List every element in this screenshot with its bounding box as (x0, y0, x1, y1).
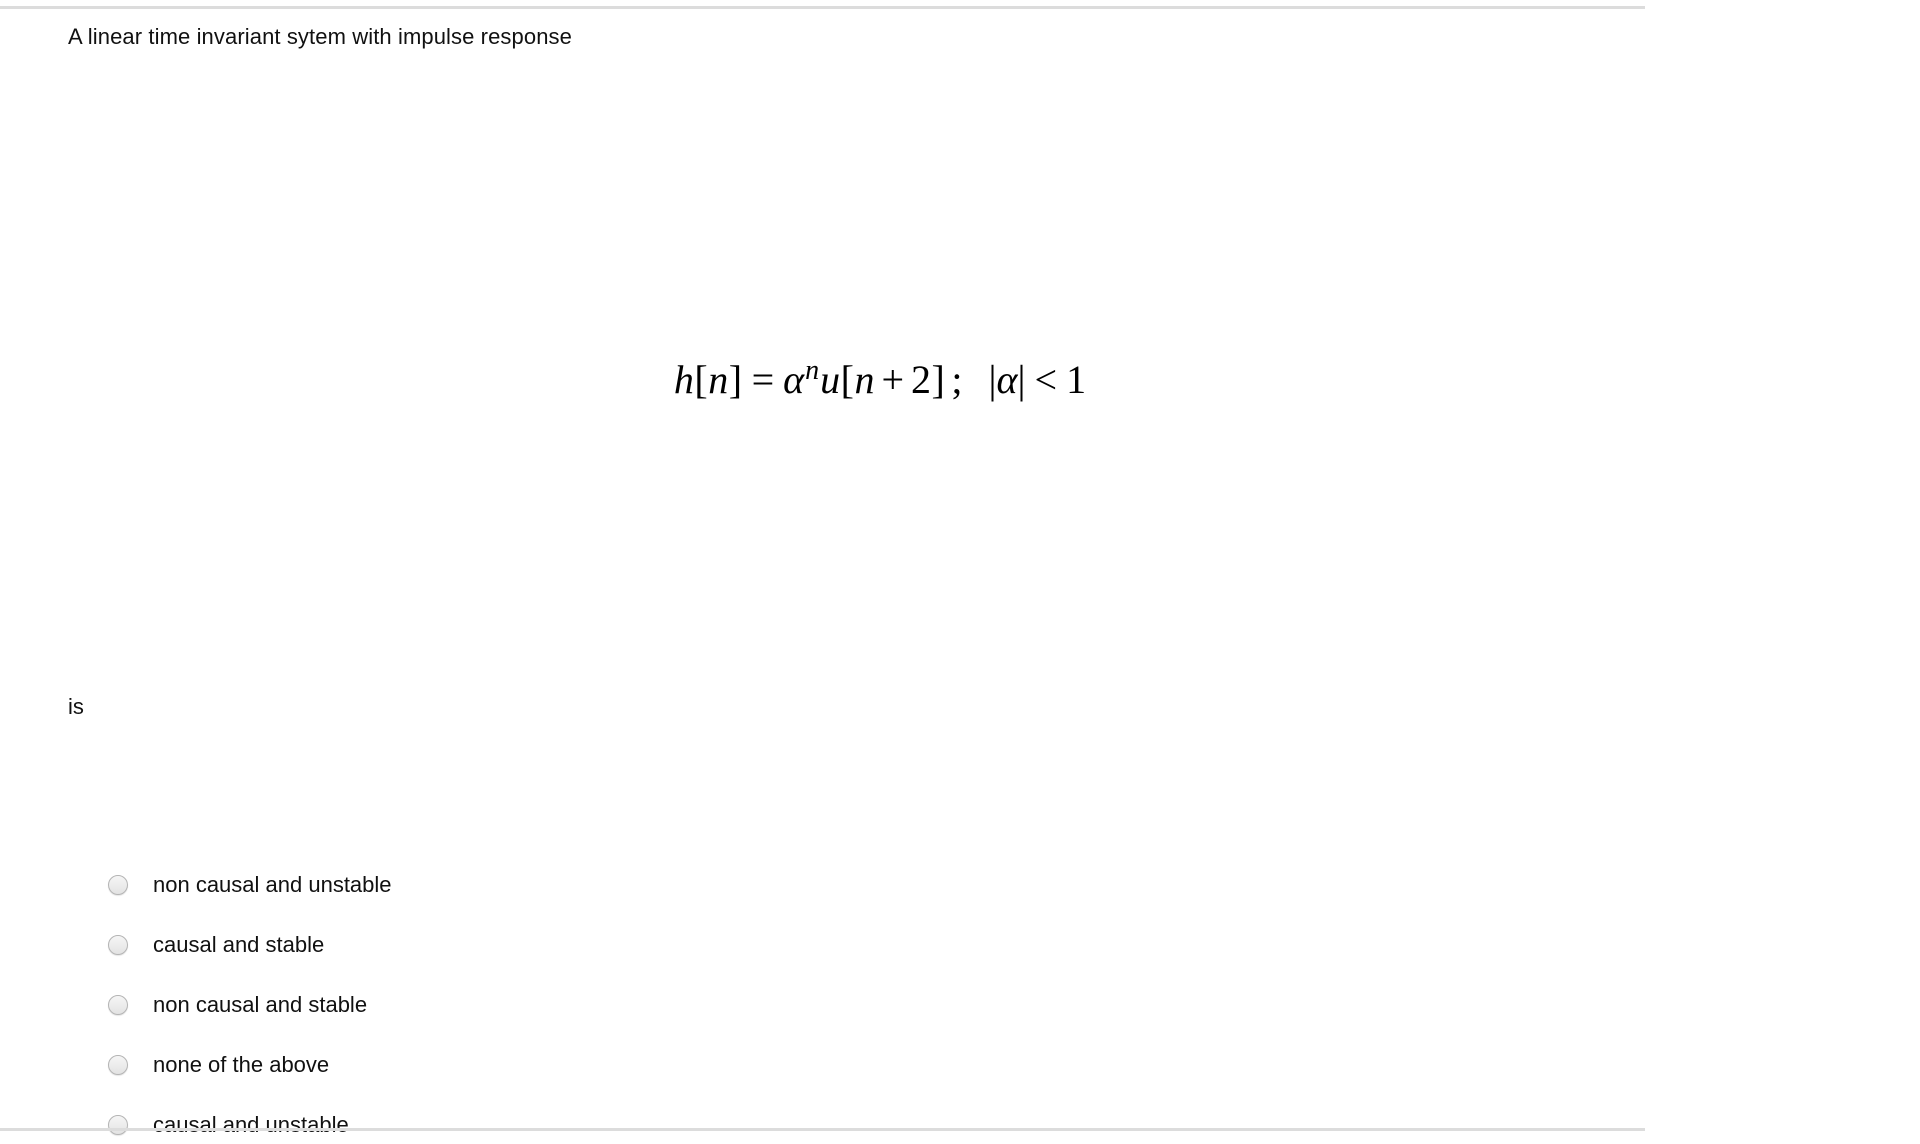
formula-arg-n: n (854, 357, 875, 402)
answer-option-2[interactable]: non causal and stable (108, 986, 1108, 1024)
formula-arg-open-bracket: [ (840, 357, 854, 402)
answer-option-label-0: non causal and unstable (153, 872, 392, 897)
answer-option-label-3: none of the above (153, 1052, 330, 1077)
answer-option-label-1: causal and stable (153, 932, 325, 957)
answer-option-4[interactable]: causal and unstable (108, 1106, 1108, 1144)
formula-exponent-n: n (805, 354, 820, 386)
formula-lhs-close-bracket: ] (728, 357, 743, 402)
answer-option-label-2: non causal and stable (153, 992, 368, 1017)
radio-button-icon-0[interactable] (108, 875, 128, 895)
formula-plus: + (881, 357, 905, 402)
formula-u: u (820, 357, 841, 402)
question-page: A linear time invariant sytem with impul… (0, 0, 1920, 1141)
radio-button-icon-4[interactable] (108, 1115, 128, 1135)
answer-options-list: non causal and unstable causal and stabl… (108, 866, 1108, 1144)
formula-arg-close-bracket: ] (931, 357, 945, 402)
impulse-response-formula: h[n] = αnu[n +2]; |α| <1 (673, 356, 1087, 402)
top-divider (0, 6, 1645, 9)
answer-option-3[interactable]: none of the above (108, 1046, 1108, 1084)
formula-alpha: α (783, 357, 805, 402)
question-stem: A linear time invariant sytem with impul… (68, 24, 572, 49)
answer-option-0[interactable]: non causal and unstable (108, 866, 1108, 904)
formula-abs-alpha: α (996, 357, 1018, 402)
formula-less-than: < (1034, 357, 1058, 402)
answer-option-label-4: causal and unstable (153, 1112, 349, 1137)
formula-equals: = (751, 357, 775, 402)
formula-arg-two: 2 (911, 357, 932, 402)
formula-container: h[n] = αnu[n +2]; |α| <1 (0, 356, 1760, 402)
formula-one: 1 (1066, 357, 1087, 402)
radio-button-icon-3[interactable] (108, 1055, 128, 1075)
formula-abs-close: | (1017, 357, 1026, 402)
bottom-divider (0, 1128, 1645, 1131)
answer-option-1[interactable]: causal and stable (108, 926, 1108, 964)
formula-lhs-n: n (708, 357, 729, 402)
formula-semicolon: ; (951, 357, 963, 402)
formula-abs-open: | (988, 357, 997, 402)
formula-lhs-open-bracket: [ (694, 357, 708, 402)
question-tail: is (68, 694, 84, 719)
radio-button-icon-2[interactable] (108, 995, 128, 1015)
formula-h: h (673, 357, 694, 402)
radio-button-icon-1[interactable] (108, 935, 128, 955)
